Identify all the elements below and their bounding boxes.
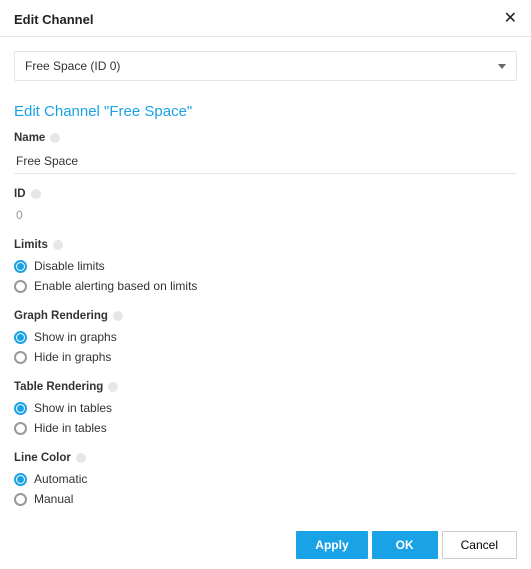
field-label-name: Name bbox=[14, 132, 517, 144]
cancel-button[interactable]: Cancel bbox=[442, 531, 517, 559]
info-icon[interactable] bbox=[108, 382, 118, 392]
dialog-footer: Apply OK Cancel bbox=[0, 523, 531, 569]
radio-icon bbox=[14, 473, 27, 486]
field-line-color: Line Color Automatic Manual bbox=[14, 452, 517, 509]
field-limits: Limits Disable limits Enable alerting ba… bbox=[14, 239, 517, 296]
radio-color-manual[interactable]: Manual bbox=[14, 489, 517, 509]
info-icon[interactable] bbox=[113, 311, 123, 321]
field-id: ID 0 bbox=[14, 188, 517, 225]
radio-color-auto[interactable]: Automatic bbox=[14, 469, 517, 489]
chevron-down-icon bbox=[498, 64, 506, 69]
edit-channel-dialog: Edit Channel ✕ Free Space (ID 0) Edit Ch… bbox=[0, 0, 531, 569]
radio-icon bbox=[14, 331, 27, 344]
field-table-rendering: Table Rendering Show in tables Hide in t… bbox=[14, 381, 517, 438]
radio-icon bbox=[14, 402, 27, 415]
dialog-content: Free Space (ID 0) Edit Channel "Free Spa… bbox=[0, 37, 531, 523]
radio-limits-enable[interactable]: Enable alerting based on limits bbox=[14, 276, 517, 296]
radio-graph-hide[interactable]: Hide in graphs bbox=[14, 347, 517, 367]
field-label-graph: Graph Rendering bbox=[14, 310, 517, 322]
field-label-limits: Limits bbox=[14, 239, 517, 251]
field-label-id: ID bbox=[14, 188, 517, 200]
info-icon[interactable] bbox=[76, 453, 86, 463]
field-label-line-color: Line Color bbox=[14, 452, 517, 464]
radio-icon bbox=[14, 260, 27, 273]
section-title: Edit Channel "Free Space" bbox=[14, 103, 517, 120]
radio-table-show[interactable]: Show in tables bbox=[14, 398, 517, 418]
field-name: Name bbox=[14, 132, 517, 174]
dialog-title: Edit Channel bbox=[14, 12, 93, 27]
field-label-table: Table Rendering bbox=[14, 381, 517, 393]
apply-button[interactable]: Apply bbox=[296, 531, 367, 559]
radio-graph-show[interactable]: Show in graphs bbox=[14, 327, 517, 347]
radio-icon bbox=[14, 351, 27, 364]
info-icon[interactable] bbox=[53, 240, 63, 250]
radio-icon bbox=[14, 280, 27, 293]
field-graph-rendering: Graph Rendering Show in graphs Hide in g… bbox=[14, 310, 517, 367]
info-icon[interactable] bbox=[50, 133, 60, 143]
radio-icon bbox=[14, 493, 27, 506]
channel-selector-value: Free Space (ID 0) bbox=[25, 59, 120, 73]
close-icon[interactable]: ✕ bbox=[504, 11, 517, 27]
ok-button[interactable]: OK bbox=[372, 531, 438, 559]
radio-icon bbox=[14, 422, 27, 435]
info-icon[interactable] bbox=[31, 189, 41, 199]
dialog-header: Edit Channel ✕ bbox=[0, 0, 531, 37]
channel-selector[interactable]: Free Space (ID 0) bbox=[14, 51, 517, 81]
radio-table-hide[interactable]: Hide in tables bbox=[14, 418, 517, 438]
radio-limits-disable[interactable]: Disable limits bbox=[14, 256, 517, 276]
id-value: 0 bbox=[14, 205, 517, 225]
name-input[interactable] bbox=[14, 149, 517, 174]
